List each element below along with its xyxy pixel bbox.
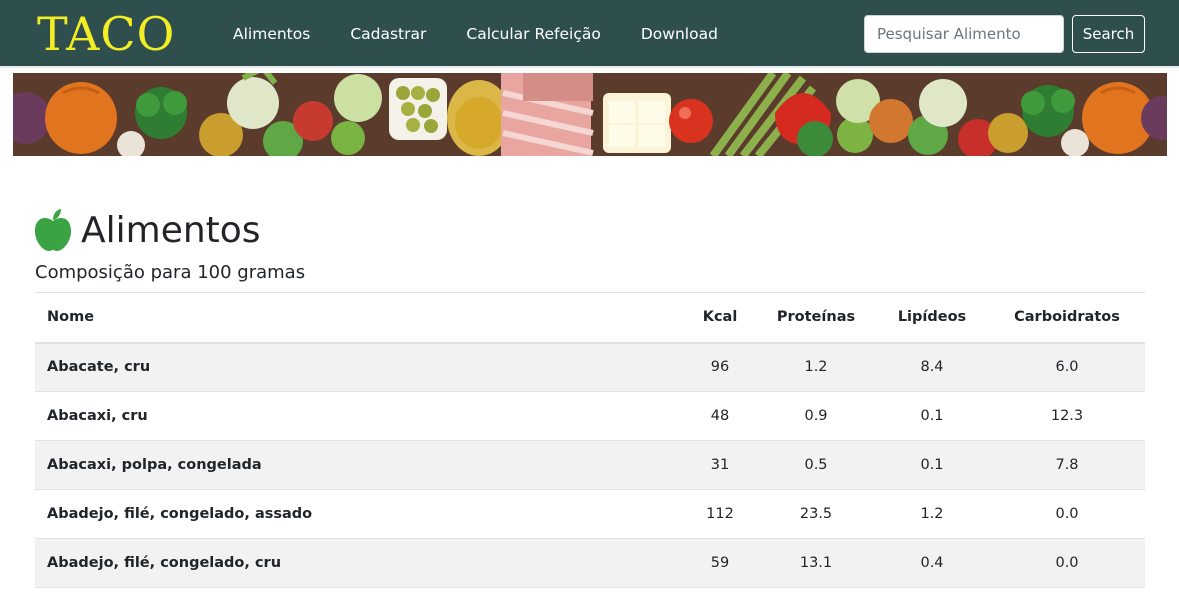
table-body: Abacate, cru 96 1.2 8.4 6.0 Abacaxi, cru… <box>35 342 1145 588</box>
search-button[interactable]: Search <box>1072 15 1145 53</box>
nav-link-download[interactable]: Download <box>641 25 718 43</box>
table-header-row: Nome Kcal Proteínas Lipídeos Carboidrato… <box>35 292 1145 344</box>
cell-lipideos: 0.1 <box>875 440 989 490</box>
foods-table: Nome Kcal Proteínas Lipídeos Carboidrato… <box>35 292 1145 588</box>
nav-link-cadastrar[interactable]: Cadastrar <box>350 25 426 43</box>
cell-proteinas: 23.5 <box>757 489 875 539</box>
page-title: Alimentos <box>81 209 261 251</box>
table-header: Nome Kcal Proteínas Lipídeos Carboidrato… <box>35 292 1145 344</box>
header-carboidratos[interactable]: Carboidratos <box>989 292 1145 344</box>
cell-nome[interactable]: Abadejo, filé, congelado, cru <box>35 538 683 588</box>
page-subtitle: Composição para 100 gramas <box>35 262 306 283</box>
cell-lipideos: 1.2 <box>875 489 989 539</box>
table-row[interactable]: Abacaxi, cru 48 0.9 0.1 12.3 <box>35 391 1145 441</box>
cell-kcal: 48 <box>683 391 757 441</box>
header-proteinas[interactable]: Proteínas <box>757 292 875 344</box>
nav-link-calcular-refeicao[interactable]: Calcular Refeição <box>466 25 601 43</box>
search-input[interactable] <box>864 15 1064 53</box>
cell-nome[interactable]: Abacaxi, cru <box>35 391 683 441</box>
header-nome[interactable]: Nome <box>35 292 683 344</box>
cell-lipideos: 0.1 <box>875 391 989 441</box>
table-row[interactable]: Abacaxi, polpa, congelada 31 0.5 0.1 7.8 <box>35 440 1145 490</box>
table-row[interactable]: Abadejo, filé, congelado, assado 112 23.… <box>35 489 1145 539</box>
cell-nome[interactable]: Abacaxi, polpa, congelada <box>35 440 683 490</box>
cell-lipideos: 0.4 <box>875 538 989 588</box>
cell-proteinas: 0.9 <box>757 391 875 441</box>
cell-proteinas: 0.5 <box>757 440 875 490</box>
header-lipideos[interactable]: Lipídeos <box>875 292 989 344</box>
cell-proteinas: 13.1 <box>757 538 875 588</box>
cell-kcal: 31 <box>683 440 757 490</box>
cell-lipideos: 8.4 <box>875 342 989 392</box>
page-heading: Alimentos <box>35 205 261 255</box>
apple-icon <box>35 209 71 251</box>
table-row[interactable]: Abacate, cru 96 1.2 8.4 6.0 <box>35 342 1145 392</box>
foods-table-container: Nome Kcal Proteínas Lipídeos Carboidrato… <box>35 292 1145 588</box>
cell-kcal: 96 <box>683 342 757 392</box>
header-kcal[interactable]: Kcal <box>683 292 757 344</box>
nav-links: Alimentos Cadastrar Calcular Refeição Do… <box>233 0 758 68</box>
navbar: TACO Alimentos Cadastrar Calcular Refeiç… <box>0 0 1179 68</box>
cell-nome[interactable]: Abadejo, filé, congelado, assado <box>35 489 683 539</box>
cell-carboidratos: 6.0 <box>989 342 1145 392</box>
cell-carboidratos: 0.0 <box>989 489 1145 539</box>
brand-logo[interactable]: TACO <box>37 8 175 60</box>
cell-proteinas: 1.2 <box>757 342 875 392</box>
table-row[interactable]: Abadejo, filé, congelado, cru 59 13.1 0.… <box>35 538 1145 588</box>
cell-carboidratos: 0.0 <box>989 538 1145 588</box>
vegetables-banner-image <box>13 73 1167 156</box>
cell-carboidratos: 12.3 <box>989 391 1145 441</box>
nav-link-alimentos[interactable]: Alimentos <box>233 25 310 43</box>
cell-nome[interactable]: Abacate, cru <box>35 342 683 392</box>
cell-kcal: 112 <box>683 489 757 539</box>
cell-carboidratos: 7.8 <box>989 440 1145 490</box>
cell-kcal: 59 <box>683 538 757 588</box>
